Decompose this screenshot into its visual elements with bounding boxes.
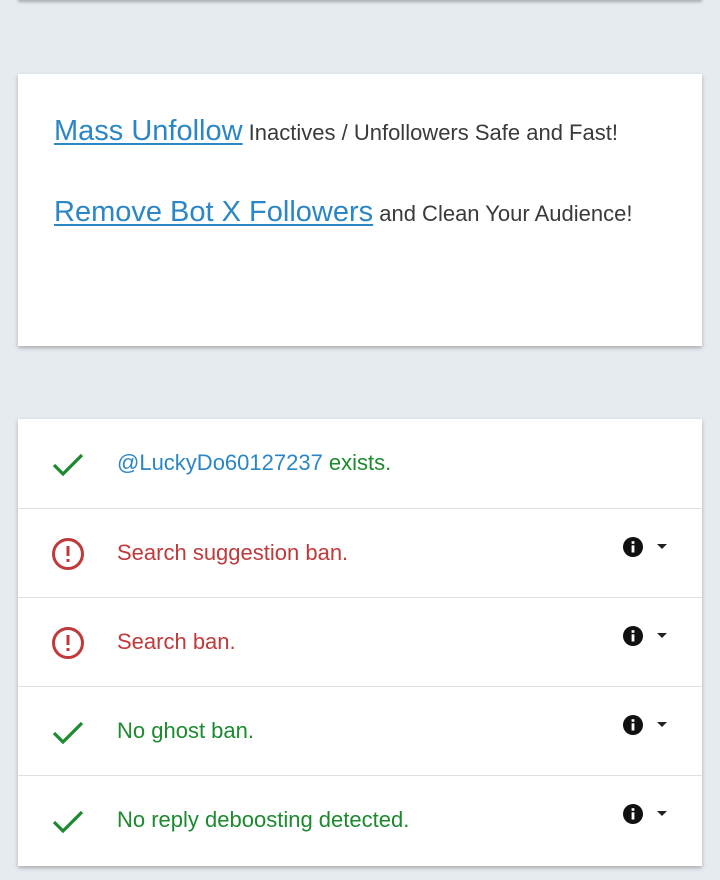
shadowban-results-card: @LuckyDo60127237 exists. Search suggesti… bbox=[18, 419, 702, 866]
search-ban-info-dropdown[interactable] bbox=[620, 623, 672, 651]
result-row-account-exists: @LuckyDo60127237 exists. bbox=[18, 419, 702, 508]
result-row-search-ban: Search ban. bbox=[18, 597, 702, 686]
remove-bots-description: and Clean Your Audience! bbox=[373, 201, 633, 226]
info-icon bbox=[623, 804, 643, 824]
ghost-ban-info-dropdown[interactable] bbox=[620, 712, 672, 740]
remove-bots-promo: Remove Bot X Followers and Clean Your Au… bbox=[54, 193, 666, 233]
check-icon bbox=[52, 721, 84, 745]
caret-down-icon bbox=[657, 722, 667, 727]
ghost-ban-status: No ghost ban. bbox=[117, 718, 254, 743]
account-handle-link[interactable]: @LuckyDo60127237 bbox=[117, 450, 323, 475]
promo-card: Mass Unfollow Inactives / Unfollowers Sa… bbox=[18, 74, 702, 346]
reply-deboosting-status: No reply deboosting detected. bbox=[117, 807, 410, 832]
remove-bot-followers-link[interactable]: Remove Bot X Followers bbox=[54, 196, 373, 228]
mass-unfollow-promo: Mass Unfollow Inactives / Unfollowers Sa… bbox=[54, 112, 666, 152]
account-exists-status: @LuckyDo60127237 exists. bbox=[117, 449, 391, 477]
search-ban-status: Search ban. bbox=[117, 629, 236, 654]
result-row-ghost-ban: No ghost ban. bbox=[18, 686, 702, 775]
check-icon bbox=[52, 453, 84, 477]
account-exists-text: exists. bbox=[322, 450, 392, 475]
info-icon bbox=[623, 537, 643, 557]
caret-down-icon bbox=[657, 544, 667, 549]
check-icon bbox=[52, 810, 84, 834]
result-row-search-suggestion-ban: Search suggestion ban. bbox=[18, 508, 702, 597]
info-icon bbox=[623, 715, 643, 735]
info-icon bbox=[623, 626, 643, 646]
alert-circle-icon bbox=[52, 538, 84, 570]
alert-circle-icon bbox=[52, 627, 84, 659]
mass-unfollow-description: Inactives / Unfollowers Safe and Fast! bbox=[242, 120, 618, 145]
caret-down-icon bbox=[657, 811, 667, 816]
result-row-reply-deboosting: No reply deboosting detected. bbox=[18, 775, 702, 864]
mass-unfollow-link[interactable]: Mass Unfollow bbox=[54, 115, 243, 147]
search-suggestion-ban-info-dropdown[interactable] bbox=[620, 534, 672, 562]
reply-deboosting-info-dropdown[interactable] bbox=[620, 801, 672, 829]
caret-down-icon bbox=[657, 633, 667, 638]
search-suggestion-ban-status: Search suggestion ban. bbox=[117, 540, 349, 565]
